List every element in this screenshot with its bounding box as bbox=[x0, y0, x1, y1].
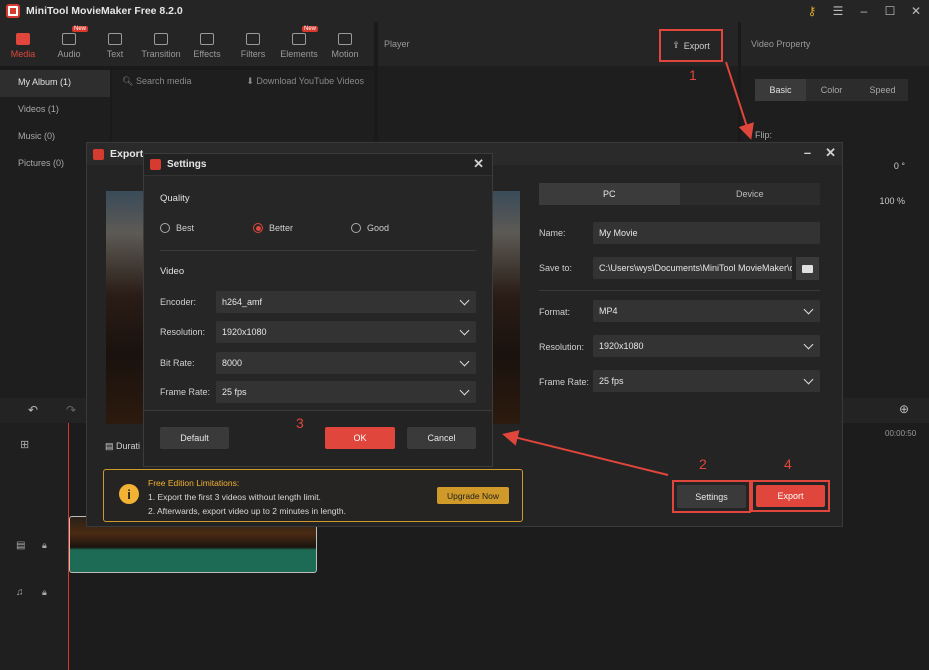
annotation-arrows bbox=[502, 61, 754, 476]
